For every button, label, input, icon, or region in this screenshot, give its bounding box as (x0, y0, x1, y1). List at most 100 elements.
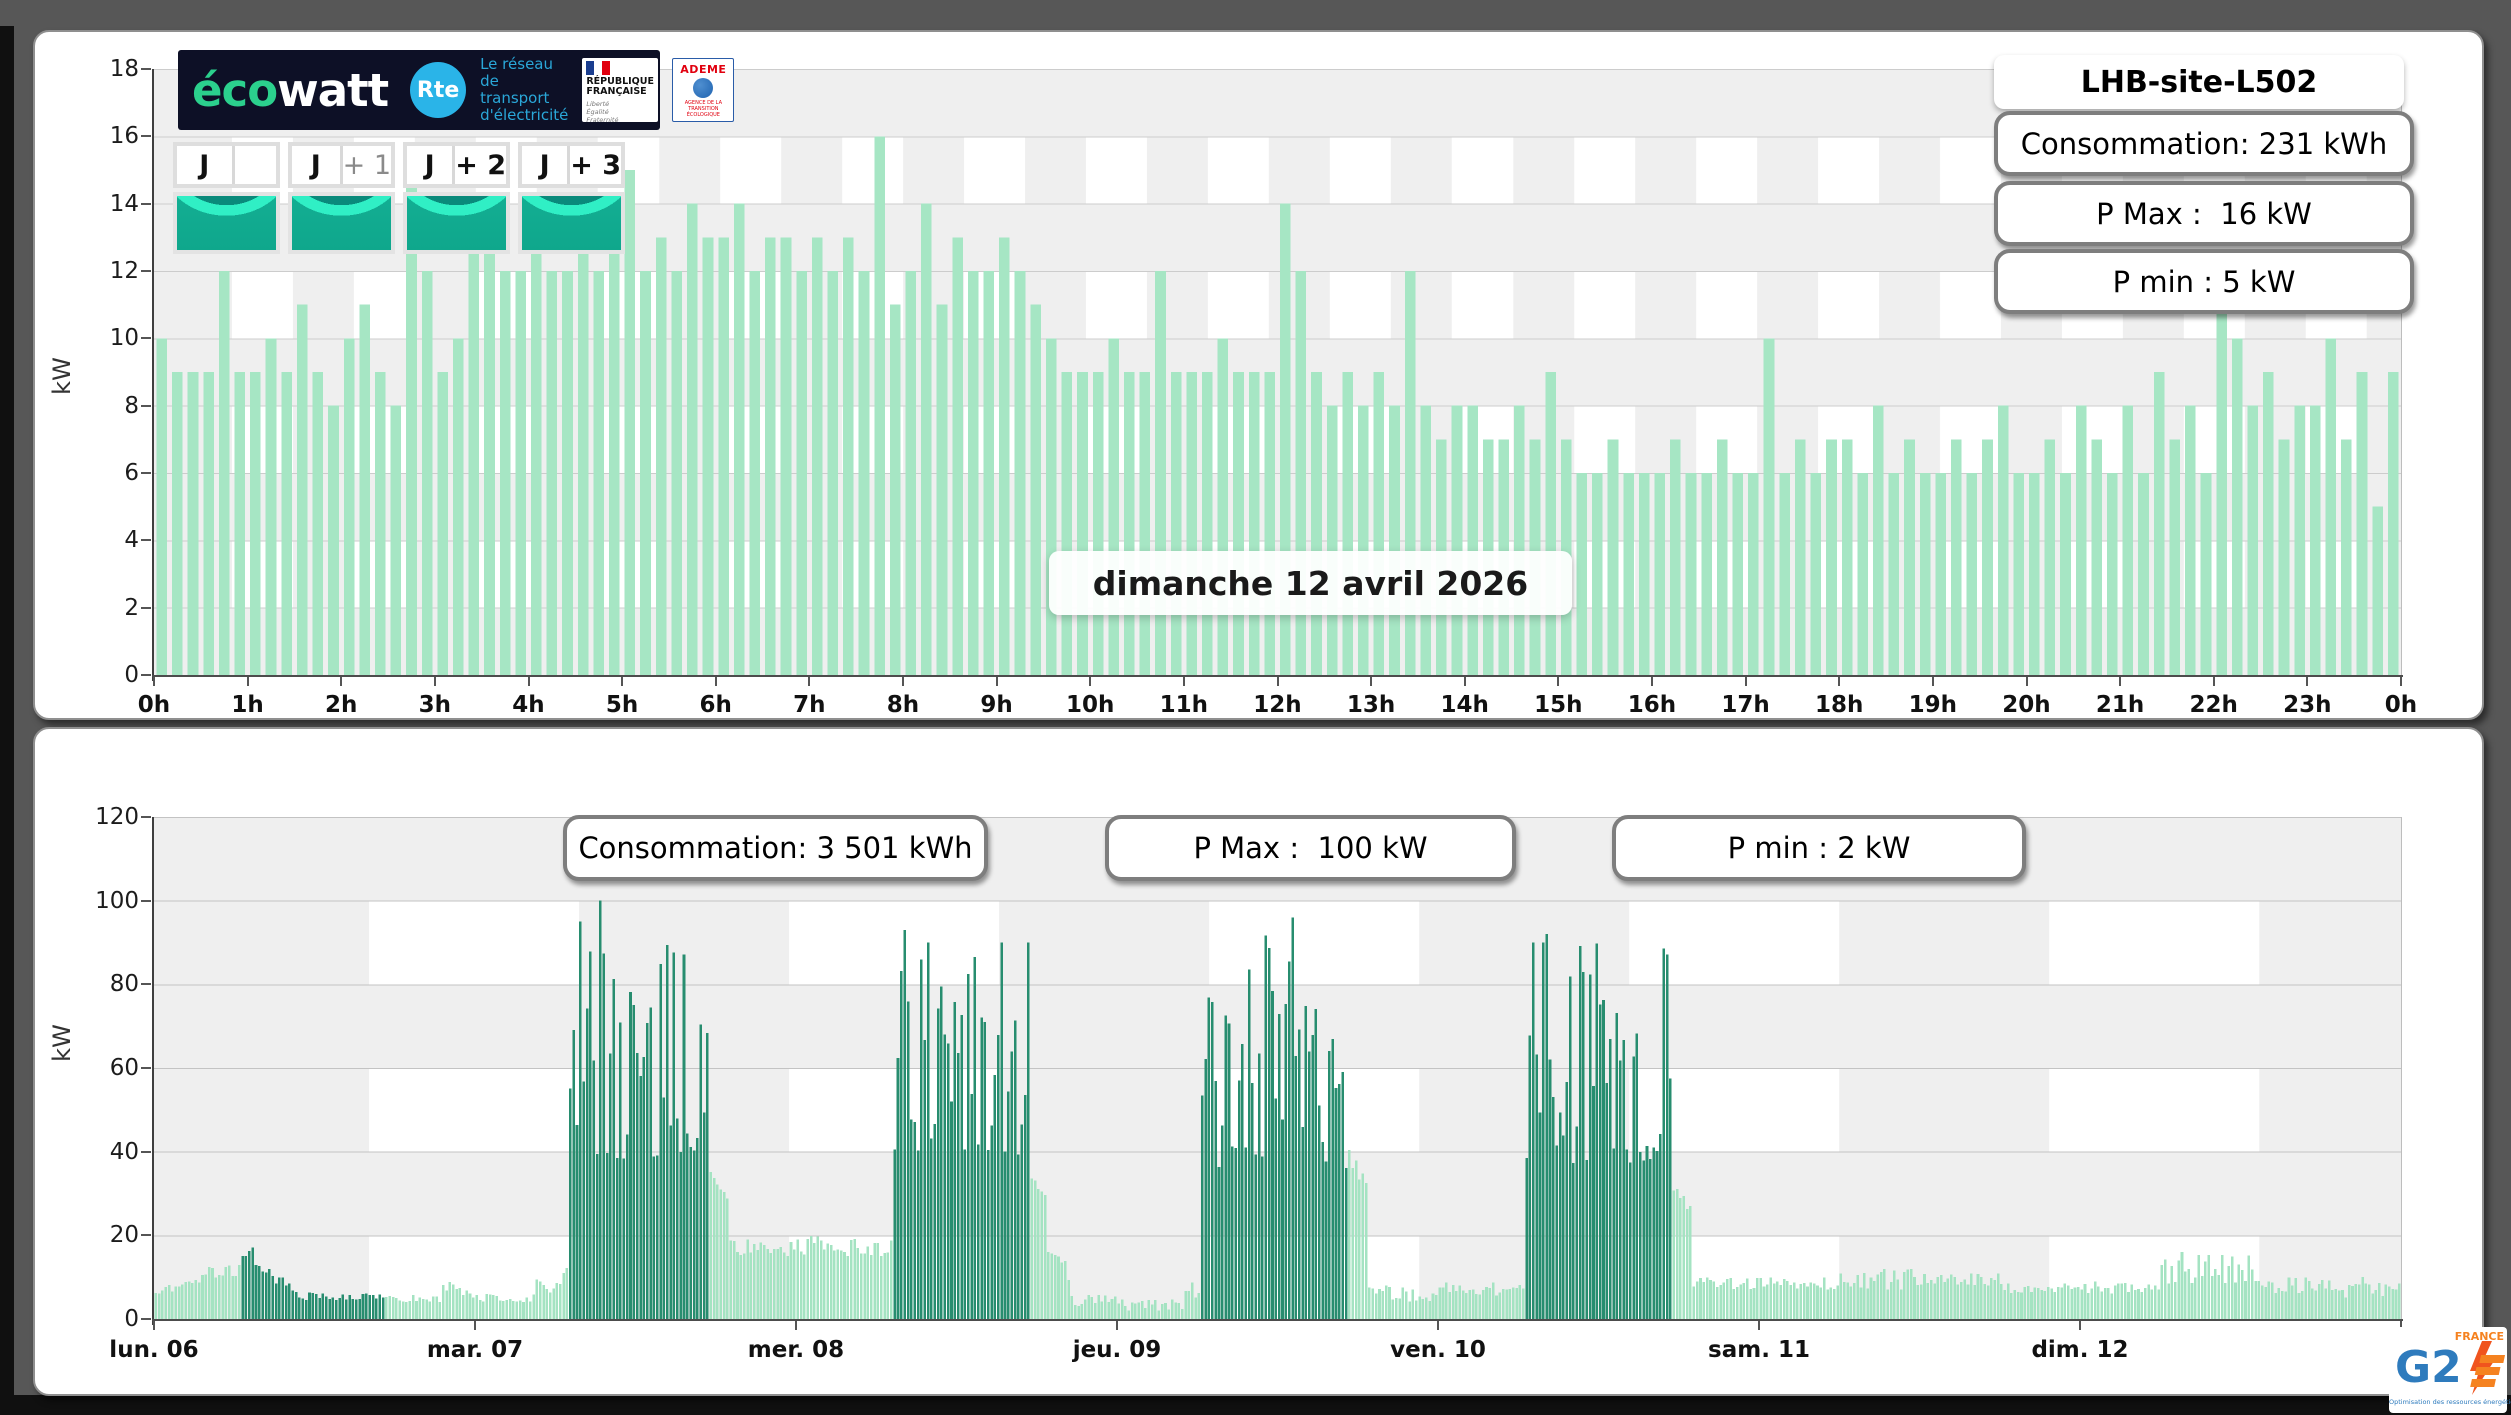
bar (1702, 1281, 1706, 1319)
weekly-pmax-stat: P Max : 100 kW (1105, 815, 1516, 881)
bar (866, 1246, 870, 1319)
y-tick-label: 120 (95, 804, 139, 830)
bar (2040, 1290, 2043, 1319)
bar (559, 1283, 562, 1319)
day-button-offset: + 3 (567, 146, 621, 184)
bar (1966, 1284, 1970, 1319)
bar (1107, 1302, 1110, 1319)
bar (1832, 1288, 1836, 1319)
bar (1689, 1205, 1692, 1319)
bar (2080, 1289, 2083, 1319)
day-button-J+3[interactable]: J + 3 (518, 142, 625, 254)
bar (716, 1184, 719, 1319)
bar (2327, 1280, 2331, 1319)
y-tick-mark (141, 899, 151, 902)
bar (2304, 1277, 2307, 1319)
bar (2077, 1286, 2080, 1319)
bar (2341, 439, 2352, 675)
bar (1568, 976, 1572, 1319)
bar (2016, 1292, 2020, 1319)
bar (1344, 1168, 1348, 1319)
bar (207, 1266, 211, 1319)
day-button-J+2[interactable]: J + 2 (403, 142, 510, 254)
bar (921, 203, 932, 675)
bar (2056, 1287, 2060, 1319)
bar (2075, 405, 2087, 675)
bar (2097, 1286, 2100, 1319)
bar (1715, 1286, 1719, 1319)
bar (1535, 1054, 1538, 1319)
bar (254, 1265, 258, 1319)
bar (1618, 1060, 1622, 1319)
bar (156, 338, 168, 675)
bar (1876, 1274, 1879, 1319)
y-tick-mark (141, 1150, 151, 1153)
day-button-label: J + 2 (403, 142, 510, 188)
bar (2204, 1261, 2207, 1319)
bar (1124, 1305, 1127, 1319)
bar (538, 1281, 542, 1319)
bar (1144, 1308, 1147, 1319)
x-tick-mark (1437, 1321, 1439, 1330)
bar (1615, 1012, 1619, 1319)
bar (1455, 1291, 1458, 1319)
bar (2123, 1283, 2127, 1319)
bar (1521, 1288, 1525, 1319)
weekly-consumption-stat: Consommation: 3 501 kWh (563, 815, 988, 881)
bar (1933, 1283, 1936, 1319)
bar (739, 1254, 743, 1319)
bar (1558, 1112, 1562, 1319)
bar (2227, 1266, 2231, 1319)
bar (619, 1022, 622, 1319)
bar (301, 1298, 305, 1319)
bar (2087, 1292, 2090, 1319)
bar (1420, 405, 1432, 675)
x-tick-mark (2212, 677, 2215, 686)
bar (1371, 1288, 1375, 1319)
bar (659, 964, 662, 1319)
bar (2347, 1285, 2351, 1319)
ecowatt-gauge-icon (518, 192, 625, 254)
bar (858, 271, 870, 675)
bar (1100, 1301, 1104, 1319)
bar (1201, 372, 1213, 675)
bar (435, 1296, 438, 1319)
daily-pmax-stat: P Max : 16 kW (1994, 181, 2414, 246)
x-tick-mark (1651, 677, 1653, 686)
x-tick-label: 9h (980, 692, 1013, 718)
bar (385, 1297, 388, 1319)
bar (1475, 1294, 1478, 1319)
bar (1585, 1160, 1589, 1319)
bar (1217, 338, 1229, 675)
bar (2103, 1288, 2107, 1319)
bar (1307, 1051, 1311, 1319)
bar (1257, 1053, 1261, 1319)
day-button-J[interactable]: J (173, 142, 280, 254)
day-button-base: J (199, 149, 210, 181)
day-button-base: J (424, 149, 435, 181)
bar (502, 1301, 505, 1319)
bar (2357, 1284, 2361, 1319)
bar (438, 1301, 442, 1319)
day-button-offset: + 1 (339, 146, 391, 184)
bar (773, 1249, 776, 1319)
bar (374, 372, 386, 675)
bar (987, 1149, 990, 1319)
bar (846, 1255, 850, 1319)
bar (1247, 969, 1251, 1319)
bar (2026, 1286, 2030, 1319)
bar (1073, 1304, 1077, 1319)
bar (682, 954, 686, 1319)
bar (1197, 1293, 1201, 1319)
bar (1297, 1029, 1301, 1319)
bar (1552, 1097, 1555, 1319)
day-button-J+1[interactable]: J + 1 (288, 142, 395, 254)
bar (2364, 1283, 2368, 1319)
bar (388, 1296, 391, 1319)
daily-pmin-stat: P min : 5 kW (1994, 249, 2414, 314)
x-tick-mark (902, 677, 904, 686)
bar (1923, 1273, 1926, 1319)
bar (1652, 1147, 1655, 1319)
bar (304, 1300, 308, 1319)
bar (1953, 1277, 1956, 1319)
